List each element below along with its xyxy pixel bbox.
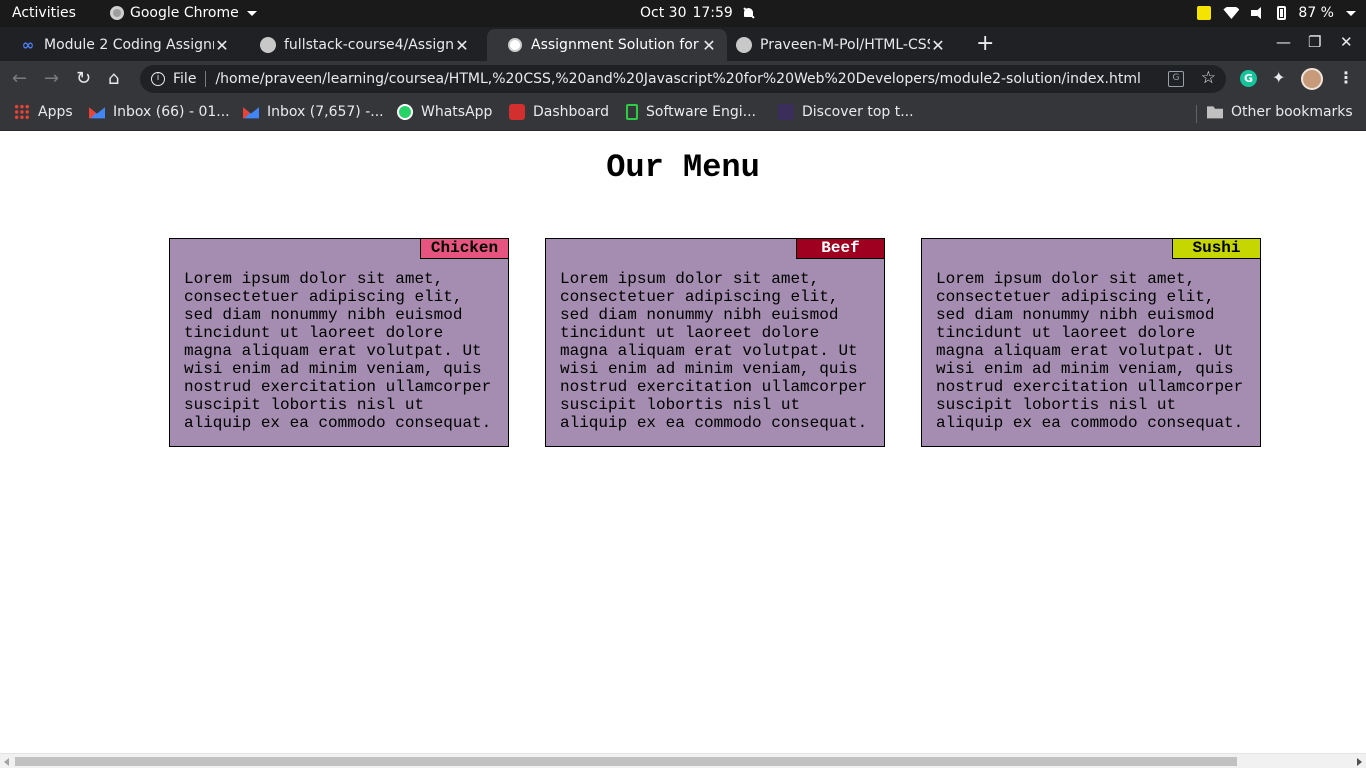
menu-card-text: Lorem ipsum dolor sit amet, consectetuer… [936, 270, 1244, 432]
clock[interactable]: Oct 30 17:59 [640, 5, 755, 21]
bookmark-label: Apps [38, 104, 73, 120]
bookmark-inbox-7657[interactable]: Inbox (7,657) -... [243, 104, 384, 120]
bookmark-label: Software Engi... [646, 104, 757, 120]
close-icon[interactable]: ✕ [454, 36, 470, 55]
sticky-notes-icon[interactable] [1197, 6, 1212, 20]
home-icon[interactable]: ⌂ [108, 68, 119, 89]
menu-card-sushi: Sushi Lorem ipsum dolor sit amet, consec… [921, 238, 1261, 447]
divider [205, 71, 207, 87]
tab-title: Module 2 Coding Assignm [44, 37, 214, 53]
date-label: Oct 30 [640, 5, 687, 21]
menu-card-text: Lorem ipsum dolor sit amet, consectetuer… [560, 270, 868, 432]
horizontal-scrollbar[interactable] [0, 753, 1366, 768]
infinity-icon: ∞ [21, 36, 35, 54]
menu-tag: Sushi [1172, 239, 1260, 259]
volume-icon [1251, 7, 1265, 19]
github-icon [260, 37, 276, 53]
close-icon[interactable]: ✕ [701, 36, 717, 55]
tab-title: Assignment Solution for M [531, 37, 701, 53]
github-icon [736, 37, 752, 53]
chevron-down-icon [1346, 10, 1356, 16]
menu-card-chicken: Chicken Lorem ipsum dolor sit amet, cons… [169, 238, 509, 447]
app-name: Google Chrome [130, 5, 239, 21]
bookmark-whatsapp[interactable]: WhatsApp [397, 104, 492, 120]
minimize-icon[interactable]: — [1276, 33, 1291, 51]
extensions-puzzle-icon[interactable]: ✦ [1272, 68, 1285, 87]
page-viewport: Our Menu Chicken Lorem ipsum dolor sit a… [0, 131, 1366, 753]
bookmark-label: Inbox (66) - 01... [113, 104, 230, 120]
globe-icon [507, 37, 523, 53]
tab-strip: ∞ Module 2 Coding Assignm ✕ fullstack-co… [0, 27, 1366, 61]
whatsapp-icon [397, 104, 413, 120]
tab-title: Praveen-M-Pol/HTML-CSS [760, 37, 930, 53]
chevron-down-icon [246, 10, 257, 16]
browser-toolbar: ← → ↻ ⌂ i File /home/praveen/learning/co… [0, 61, 1366, 97]
tab-module2[interactable]: ∞ Module 2 Coding Assignm ✕ [0, 29, 240, 61]
tab-title: fullstack-course4/Assignm [284, 37, 454, 53]
bookmark-discover[interactable]: Discover top t... [778, 104, 914, 120]
info-icon[interactable]: i [151, 72, 165, 86]
battery-icon [1277, 6, 1287, 20]
address-bar[interactable]: i File /home/praveen/learning/coursea/HT… [140, 65, 1226, 93]
close-icon[interactable]: ✕ [930, 36, 946, 55]
bookmark-apps[interactable]: Apps [14, 104, 73, 120]
bookmarks-bar: Apps Inbox (66) - 01... Inbox (7,657) -.… [0, 97, 1366, 131]
new-tab-button[interactable]: + [976, 31, 994, 56]
app-menu[interactable]: Google Chrome [110, 5, 257, 21]
bookmark-site-icon [626, 104, 638, 120]
scroll-left-icon[interactable] [4, 758, 9, 766]
chrome-icon [110, 6, 124, 20]
dashboard-icon [509, 104, 525, 120]
menu-card-beef: Beef Lorem ipsum dolor sit amet, consect… [545, 238, 885, 447]
wifi-icon [1223, 7, 1240, 19]
activities-button[interactable]: Activities [12, 5, 76, 21]
menu-tag: Beef [796, 239, 884, 259]
bookmark-label: WhatsApp [421, 104, 493, 120]
bookmark-label: Dashboard [533, 104, 609, 120]
battery-percent: 87 % [1298, 5, 1334, 21]
grammarly-extension-icon[interactable]: G [1240, 70, 1257, 87]
bookmark-site-icon [778, 104, 794, 120]
other-bookmarks[interactable]: Other bookmarks [1207, 104, 1353, 120]
scheme-label: File [173, 71, 197, 87]
scroll-right-icon[interactable] [1357, 758, 1362, 766]
url-text[interactable]: /home/praveen/learning/coursea/HTML,%20C… [215, 71, 1226, 87]
back-arrow-icon[interactable]: ← [12, 68, 27, 89]
notifications-muted-icon [743, 7, 755, 19]
page-title: Our Menu [606, 149, 760, 186]
tab-praveen-repo[interactable]: Praveen-M-Pol/HTML-CSS ✕ [716, 29, 956, 61]
gmail-icon [89, 107, 105, 119]
bookmark-dashboard[interactable]: Dashboard [509, 104, 609, 120]
window-close-icon[interactable]: ✕ [1340, 33, 1353, 51]
folder-icon [1207, 106, 1223, 119]
bookmark-label: Discover top t... [802, 104, 914, 120]
tab-assignment-solution[interactable]: Assignment Solution for M ✕ [487, 29, 727, 61]
time-label: 17:59 [692, 5, 733, 21]
divider [1196, 105, 1197, 123]
restore-icon[interactable]: ❐ [1308, 33, 1321, 51]
menu-card-text: Lorem ipsum dolor sit amet, consectetuer… [184, 270, 492, 432]
translate-icon[interactable]: G [1168, 71, 1184, 87]
forward-arrow-icon[interactable]: → [44, 68, 59, 89]
system-tray[interactable]: 87 % [1197, 5, 1356, 21]
reload-icon[interactable]: ↻ [76, 68, 91, 89]
bookmark-software-engineering[interactable]: Software Engi... [626, 104, 756, 120]
bookmark-label: Inbox (7,657) -... [267, 104, 384, 120]
menu-tag: Chicken [420, 239, 508, 259]
tab-fullstack[interactable]: fullstack-course4/Assignm ✕ [240, 29, 480, 61]
system-top-bar: Activities Google Chrome Oct 30 17:59 87… [0, 0, 1366, 27]
bookmark-inbox-66[interactable]: Inbox (66) - 01... [89, 104, 230, 120]
other-bookmarks-label: Other bookmarks [1231, 104, 1353, 120]
more-menu-icon[interactable]: ⋮ [1338, 68, 1354, 87]
bookmark-star-icon[interactable]: ☆ [1201, 68, 1216, 88]
profile-avatar[interactable] [1301, 68, 1323, 90]
apps-grid-icon [14, 104, 30, 120]
gmail-icon [243, 107, 259, 119]
close-icon[interactable]: ✕ [214, 36, 230, 55]
scrollbar-thumb[interactable] [15, 757, 1237, 766]
